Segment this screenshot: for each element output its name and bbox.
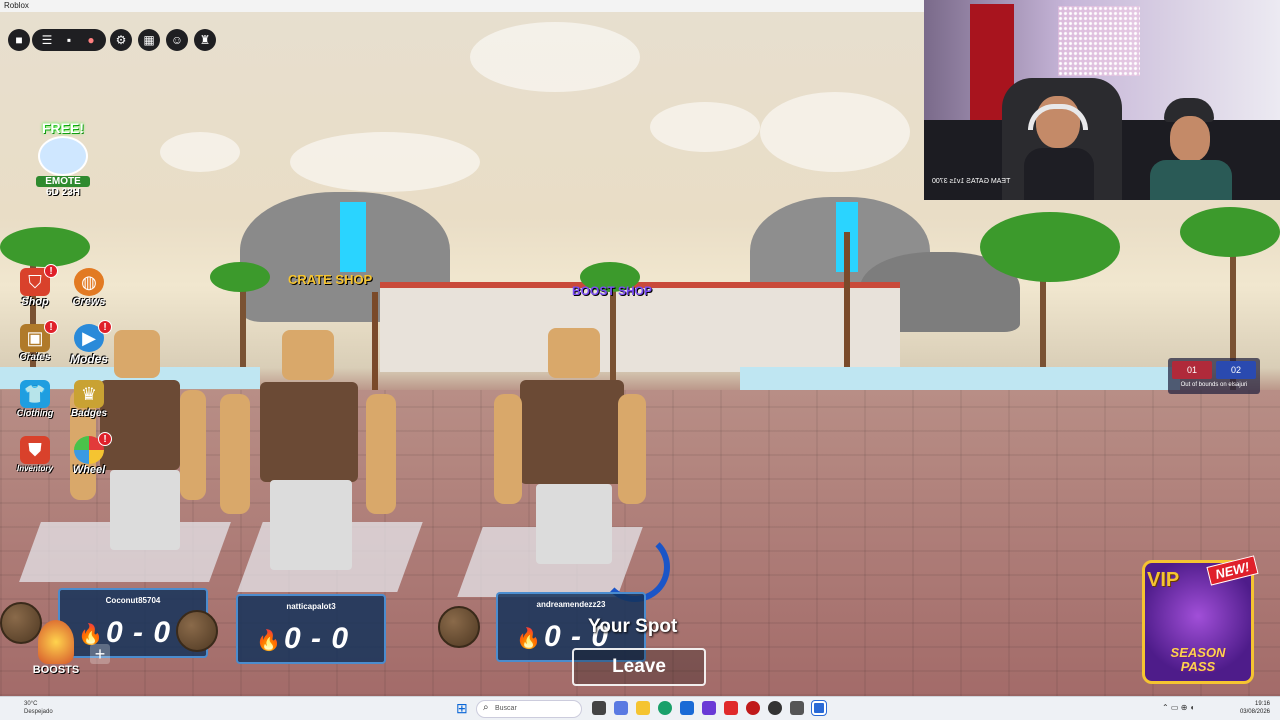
player-score: 0 - 0	[284, 622, 350, 655]
webcam-caption: TEAM GATAS 1v1s 3700	[932, 178, 1011, 185]
fire-icon: 🔥	[516, 628, 541, 650]
streamer-person	[1144, 98, 1234, 200]
new-badge: NEW!	[1206, 555, 1259, 586]
fairy-lights	[1058, 6, 1140, 76]
clock-time: 19:16	[1254, 701, 1270, 707]
palm-leaves	[210, 262, 270, 292]
cloud	[160, 132, 240, 172]
notification-badge: !	[44, 264, 58, 278]
notification-badge: !	[98, 432, 112, 446]
palm-leaves	[980, 212, 1120, 282]
out-of-bounds-text: Out of bounds on elsajuri	[1180, 382, 1248, 388]
inventory-button[interactable]: ⛊ Inventory	[12, 436, 58, 482]
weather-widget[interactable]: 30°C Despejado	[24, 700, 53, 716]
free-label: FREE!	[42, 120, 84, 136]
clock-date: 03/08/2026	[1239, 709, 1270, 715]
crews-button[interactable]: ◍ Crews	[66, 268, 112, 314]
taskbar-search[interactable]: ⌕ Buscar	[476, 700, 582, 718]
boosts-button[interactable]: BOOSTS	[32, 620, 80, 676]
fire-icon: 🔥	[256, 630, 281, 652]
wheel-button[interactable]: Wheel !	[66, 432, 112, 482]
palm-leaves	[0, 227, 90, 267]
emote-timer: 6D 23H	[46, 187, 80, 198]
store-icon[interactable]	[680, 701, 694, 715]
player-name: Coconut85704	[105, 596, 161, 605]
basketball	[176, 610, 218, 652]
player-name: andreamendezz23	[536, 600, 606, 609]
search-placeholder: Buscar	[495, 705, 517, 712]
boost-shop-sign: BOOST SHOP	[572, 284, 653, 298]
season-pass-button[interactable]: VIP NEW! SEASON PASS	[1142, 555, 1259, 684]
clothing-button[interactable]: 👕 Clothing	[12, 380, 58, 426]
season-label: SEASON	[1170, 645, 1226, 660]
cloud	[760, 92, 910, 172]
notification-badge: !	[44, 320, 58, 334]
taskbar-clock[interactable]: 19:16 03/08/2026	[1240, 700, 1270, 716]
calendar-icon[interactable]: ▦	[138, 29, 160, 51]
score-right: 02	[1216, 361, 1256, 379]
emote-thumbnail	[38, 136, 88, 176]
app-icon[interactable]	[790, 701, 804, 715]
webcam-overlay: TEAM GATAS 1v1s 3700	[924, 0, 1280, 200]
cloud	[650, 102, 760, 152]
badges-button[interactable]: ♛ Badges	[66, 380, 112, 426]
cloud	[290, 132, 480, 192]
roblox-taskbar-icon[interactable]	[811, 700, 827, 716]
copilot-icon[interactable]	[614, 701, 628, 715]
boost-icon	[38, 620, 74, 664]
menu-icon[interactable]: ☰	[36, 29, 58, 51]
edge-icon[interactable]	[658, 701, 672, 715]
mic-icon[interactable]: ●	[80, 29, 102, 51]
tray-icons[interactable]: ⌃ ▭ ⊕ ◖	[1162, 703, 1194, 712]
weather-desc: Despejado	[24, 709, 53, 715]
boosts-label: BOOSTS	[32, 664, 80, 676]
emote-icon[interactable]: ☺	[166, 29, 188, 51]
score-left: 01	[1172, 361, 1212, 379]
leave-button[interactable]: Leave	[572, 648, 706, 686]
file-explorer-icon[interactable]	[636, 701, 650, 715]
windows-start-icon[interactable]: ⊞	[456, 701, 470, 715]
score-card: natticapalot3 🔥 0 - 0	[236, 594, 386, 664]
free-emote-button[interactable]: FREE! EMOTE 6D 23H	[30, 120, 96, 198]
backpack-icon: ⛊	[20, 436, 50, 464]
notification-badge: !	[98, 320, 112, 334]
basketball-icon: ◍	[74, 268, 104, 296]
trophy-icon: ♛	[74, 380, 104, 408]
app-icon[interactable]	[768, 701, 782, 715]
player-score: 0 - 0	[106, 616, 172, 649]
crates-button[interactable]: ▣ Crates !	[12, 320, 58, 370]
palm-leaves	[1180, 207, 1280, 257]
cloud	[470, 22, 640, 92]
hoop-pole	[372, 292, 378, 402]
vip-label: VIP	[1147, 569, 1180, 591]
app-icon[interactable]	[702, 701, 716, 715]
windows-taskbar: 30°C Despejado ⊞ ⌕ Buscar ⌃ ▭ ⊕ ◖ 19:16 …	[0, 696, 1280, 720]
shop-button[interactable]: ⛉ Shop !	[12, 264, 58, 314]
settings-icon[interactable]: ⚙	[110, 29, 132, 51]
waterfall	[340, 202, 366, 272]
chat-icon[interactable]: ▪	[58, 29, 80, 51]
emote-label: EMOTE	[36, 176, 90, 187]
streamer-person	[1020, 96, 1096, 200]
player-name: natticapalot3	[286, 602, 336, 611]
obs-icon[interactable]	[746, 701, 760, 715]
roblox-logo-icon[interactable]: ■	[8, 29, 30, 51]
crate-shop-sign: CRATE SHOP	[288, 272, 373, 287]
task-view-icon[interactable]	[592, 701, 606, 715]
weather-temp: 30°C	[24, 701, 38, 707]
search-icon: ⌕	[483, 702, 489, 713]
world-scoreboard: 01 02 Out of bounds on elsajuri	[1168, 358, 1260, 394]
add-boost-button[interactable]: +	[90, 644, 110, 664]
youtube-icon[interactable]	[724, 701, 738, 715]
pass-label: PASS	[1180, 659, 1216, 674]
your-spot-label: Your Spot	[588, 616, 678, 637]
modes-button[interactable]: ▶ Modes !	[66, 320, 112, 370]
shirt-icon: 👕	[20, 380, 50, 408]
walk-icon[interactable]: ♜	[194, 29, 216, 51]
basketball	[438, 606, 480, 648]
window-title: Roblox	[4, 1, 29, 10]
